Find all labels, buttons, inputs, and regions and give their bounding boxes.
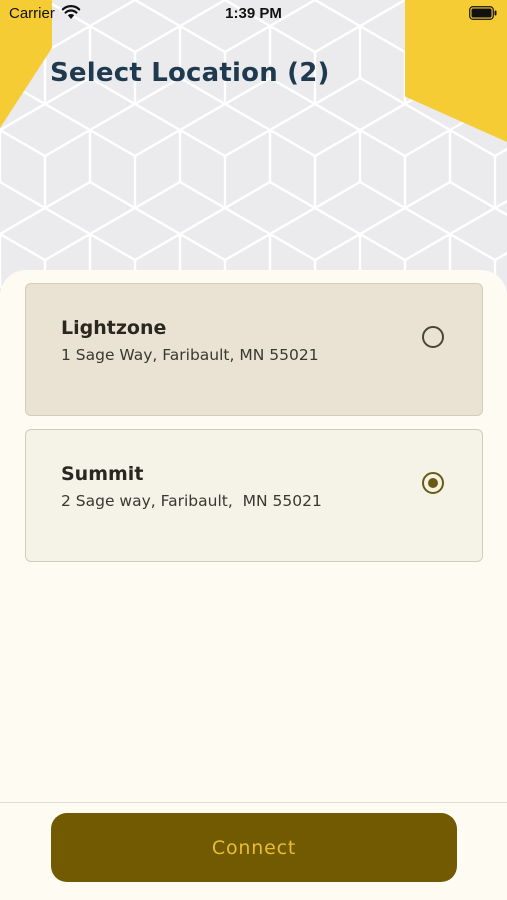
yellow-accent-left-slope [0, 48, 52, 128]
battery-full-icon [469, 6, 497, 20]
location-address: 2 Sage way, Faribault, MN 55021 [61, 492, 322, 510]
status-bar: Carrier 1:39 PM [0, 0, 507, 28]
footer-divider [0, 802, 507, 803]
location-name: Summit [61, 463, 144, 485]
location-name: Lightzone [61, 317, 167, 339]
location-card-summit[interactable]: Summit 2 Sage way, Faribault, MN 55021 [25, 429, 483, 562]
radio-button-unselected[interactable] [422, 326, 444, 348]
location-card-lightzone[interactable]: Lightzone 1 Sage Way, Faribault, MN 5502… [25, 283, 483, 416]
location-address: 1 Sage Way, Faribault, MN 55021 [61, 346, 319, 364]
header-background [0, 0, 507, 300]
page-title: Select Location (2) [50, 58, 330, 88]
radio-button-selected[interactable] [422, 472, 444, 494]
status-time: 1:39 PM [225, 5, 282, 22]
connect-button[interactable]: Connect [51, 813, 457, 882]
